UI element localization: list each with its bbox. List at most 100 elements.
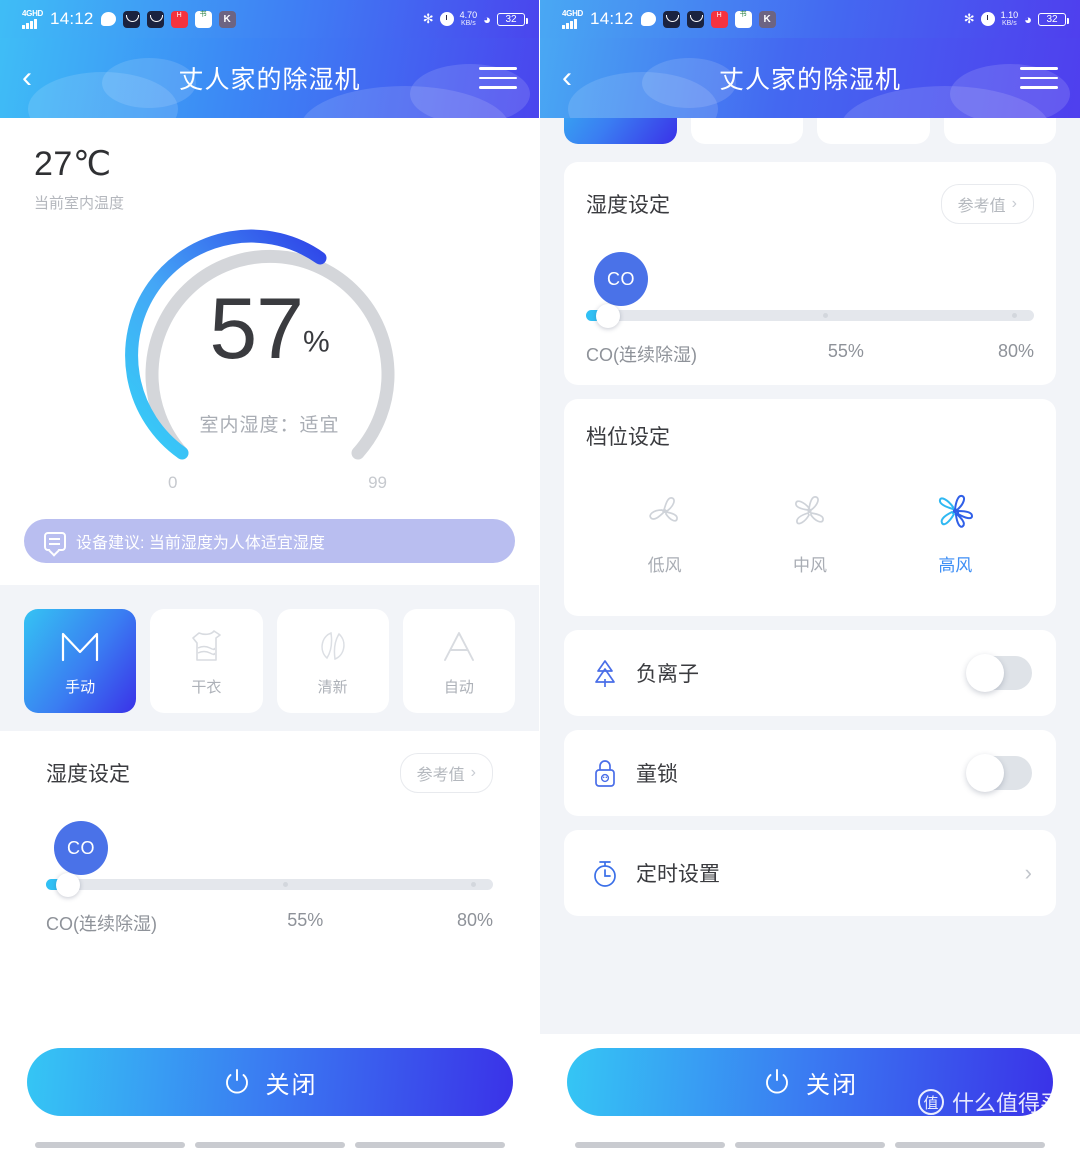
feature-row-timer[interactable]: 定时设置 ›: [564, 830, 1056, 916]
chevron-right-icon: ›: [1024, 860, 1032, 885]
power-icon: [225, 1069, 248, 1094]
card-header: 湿度设定 参考值 ›: [46, 753, 493, 793]
hamburger-menu-icon[interactable]: [473, 67, 517, 89]
slider-tick: [823, 313, 829, 319]
device-suggestion-bar: 设备建议: 当前湿度为人体适宜湿度: [24, 519, 515, 563]
chat-icon: [100, 12, 116, 26]
gauge-min-label: 0: [168, 473, 178, 492]
status-bar-right-group: ✻ 1.10 KB/s ◕ 32: [964, 10, 1069, 28]
phone-screenshot-right: 4GHD 14:12 H 书 K ✻ 1.10 KB/s ◕ 32 ‹ 丈人家的…: [540, 0, 1080, 1152]
mode-label: 自动: [443, 678, 474, 696]
mode-button-auto[interactable]: 自动: [402, 609, 515, 713]
site-watermark: 值 什么值得买: [917, 1086, 1062, 1118]
device-suggestion-text: 设备建议: 当前湿度为人体适宜湿度: [76, 535, 325, 552]
scale-label: 55%: [827, 341, 864, 361]
humidity-slider-track[interactable]: [586, 303, 1034, 328]
fan-medium-icon: [795, 496, 824, 525]
slider-scale-labels: CO(连续除湿) 55% 80%: [586, 341, 1034, 367]
slider-tick: [470, 882, 476, 888]
mode-button-manual[interactable]: 手动: [564, 118, 677, 144]
mail-icon: [686, 10, 704, 28]
power-button-label: 关闭: [265, 1071, 318, 1099]
dry-clothes-icon: [192, 629, 222, 661]
status-bar-left-group: 4GHD 14:12 H 书 K: [562, 9, 964, 29]
phone-screenshot-left: 4GHD 14:12 H 书 K ✻ 4.70 KB/s ◕ 32 ‹ 丈人家的…: [0, 0, 540, 1152]
watermark-logo: 值: [917, 1089, 944, 1115]
feature-row-child-lock[interactable]: 童锁: [564, 730, 1056, 816]
humidity-value: 57: [209, 281, 304, 377]
feature-row-anion[interactable]: 负离子: [564, 630, 1056, 716]
mode-button-fresh[interactable]: 清新: [817, 118, 930, 144]
anion-toggle[interactable]: [966, 654, 1032, 692]
reference-value-label: 参考值: [416, 767, 465, 784]
green-app-icon: 书: [734, 10, 752, 28]
nav-home-bar[interactable]: [735, 1142, 885, 1148]
fan-low-icon: [648, 497, 678, 522]
card-header: 湿度设定 参考值 ›: [586, 184, 1034, 224]
mode-selector-scrolled: 手动 干衣 清新 自动: [540, 118, 1080, 144]
slider-tick: [1011, 313, 1017, 319]
gauge-readout: 57% 室内湿度：适宜: [0, 286, 539, 437]
reference-value-button[interactable]: 参考值 ›: [940, 184, 1034, 224]
mail-icon: [146, 10, 164, 28]
mode-button-auto[interactable]: 自动: [943, 118, 1056, 144]
mode-label: 手动: [65, 678, 96, 696]
humidity-slider-area: CO CO(连续除湿) 55% 80%: [586, 252, 1034, 367]
power-icon: [766, 1069, 788, 1094]
nav-home-bar[interactable]: [194, 1142, 345, 1148]
nav-recents-bar[interactable]: [354, 1142, 505, 1148]
mode-button-dry[interactable]: 干衣: [690, 118, 803, 144]
humidity-slider-thumb[interactable]: [56, 872, 80, 897]
mode-button-dry[interactable]: 干衣: [150, 609, 263, 713]
humidity-status-label: 室内湿度：适宜: [199, 415, 340, 437]
back-chevron-icon[interactable]: ‹: [22, 63, 66, 93]
fresh-leaf-icon: [320, 631, 345, 660]
manual-m-icon: [62, 632, 99, 661]
status-bar-left: 4GHD 14:12 H 书 K ✻ 4.70 KB/s ◕ 32: [0, 0, 539, 38]
green-app-icon: 书: [194, 10, 212, 28]
reference-value-button[interactable]: 参考值 ›: [399, 753, 493, 793]
fan-speed-card: 档位设定 低风 中风 高风: [564, 399, 1056, 616]
watermark-text: 什么值得买: [951, 1091, 1062, 1116]
nav-back-bar[interactable]: [34, 1142, 185, 1148]
hamburger-menu-icon[interactable]: [1014, 67, 1058, 89]
red-app-icon: H: [170, 10, 188, 28]
humidity-slider-track[interactable]: [46, 872, 493, 897]
power-button-label: 关闭: [806, 1071, 858, 1099]
humidity-slider-thumb[interactable]: [596, 303, 620, 328]
scale-label: 80%: [456, 910, 493, 930]
clock-text: 14:12: [50, 9, 94, 28]
temperature-value: 27℃: [34, 145, 112, 183]
pin-label: CO: [54, 821, 108, 875]
nav-back-bar[interactable]: [575, 1142, 725, 1148]
mode-button-fresh[interactable]: 清新: [276, 609, 389, 713]
mode-selector: 手动 干衣 清新 自动: [0, 585, 539, 731]
slider-tick: [282, 882, 288, 888]
fan-option-medium[interactable]: 中风: [737, 485, 882, 576]
power-button[interactable]: 关闭: [26, 1048, 513, 1116]
mode-button-manual[interactable]: 手动: [24, 609, 137, 713]
status-bar-right: 4GHD 14:12 H 书 K ✻ 1.10 KB/s ◕ 32: [540, 0, 1080, 38]
chat-icon: [640, 12, 656, 26]
temperature-caption: 当前室内温度: [34, 195, 125, 212]
wifi-icon: ◕: [1024, 11, 1032, 27]
battery-indicator: 32: [497, 12, 528, 26]
main-content-right: 手动 干衣 清新 自动 湿度设定 参考值 ›: [540, 118, 1080, 1152]
fan-speed-options: 低风 中风 高风: [586, 485, 1034, 582]
slider-value-pin: CO: [54, 821, 112, 884]
child-lock-toggle[interactable]: [966, 754, 1032, 792]
back-chevron-icon[interactable]: ‹: [562, 63, 606, 93]
android-nav-bar: [0, 1142, 539, 1148]
power-bar-left: 关闭: [0, 1034, 539, 1152]
pine-tree-icon: [588, 657, 622, 689]
mode-selector: 手动 干衣 清新 自动: [540, 118, 1080, 144]
fan-option-low[interactable]: 低风: [592, 485, 737, 576]
humidity-unit: %: [302, 325, 330, 359]
nav-recents-bar[interactable]: [895, 1142, 1045, 1148]
child-lock-icon: [588, 757, 622, 789]
network-speed-indicator: 1.10 KB/s: [1000, 10, 1019, 28]
slider-value-pin: CO: [594, 252, 652, 315]
k-app-icon: K: [758, 10, 776, 28]
fan-option-high[interactable]: 高风: [883, 485, 1028, 576]
humidity-setting-card: 湿度设定 参考值 › CO CO(连续除湿) 55% 80%: [24, 731, 515, 954]
